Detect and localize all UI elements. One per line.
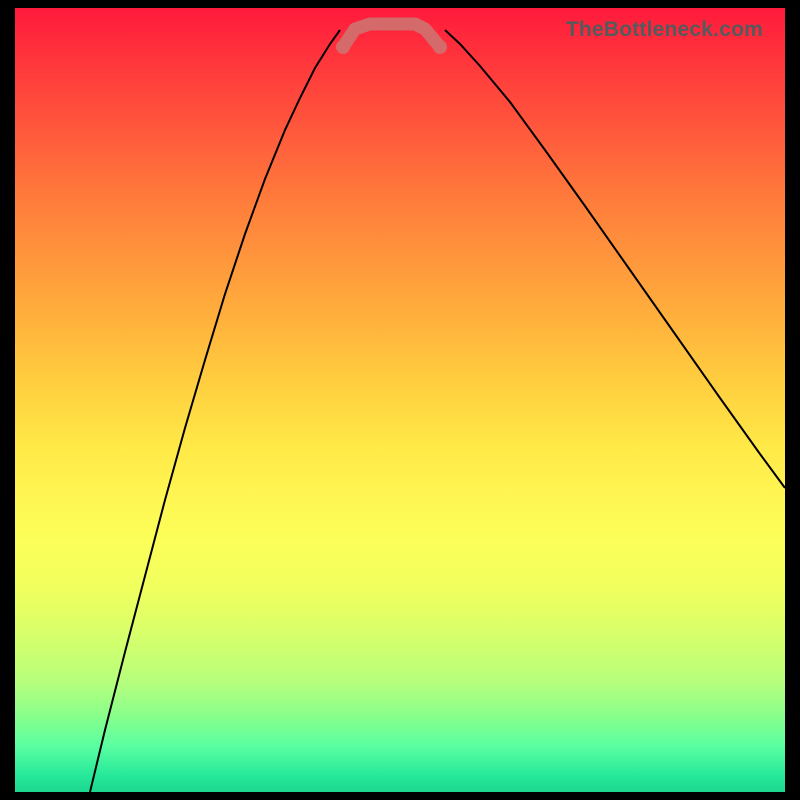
- chart-frame: TheBottleneck.com: [0, 0, 800, 800]
- plot-area: TheBottleneck.com: [15, 8, 785, 792]
- marker-dot-right: [433, 40, 447, 54]
- left-curve: [90, 30, 340, 792]
- chart-svg: [15, 8, 785, 792]
- marker-dot-left: [336, 40, 350, 54]
- right-curve: [445, 30, 785, 488]
- bottom-segment: [343, 24, 440, 47]
